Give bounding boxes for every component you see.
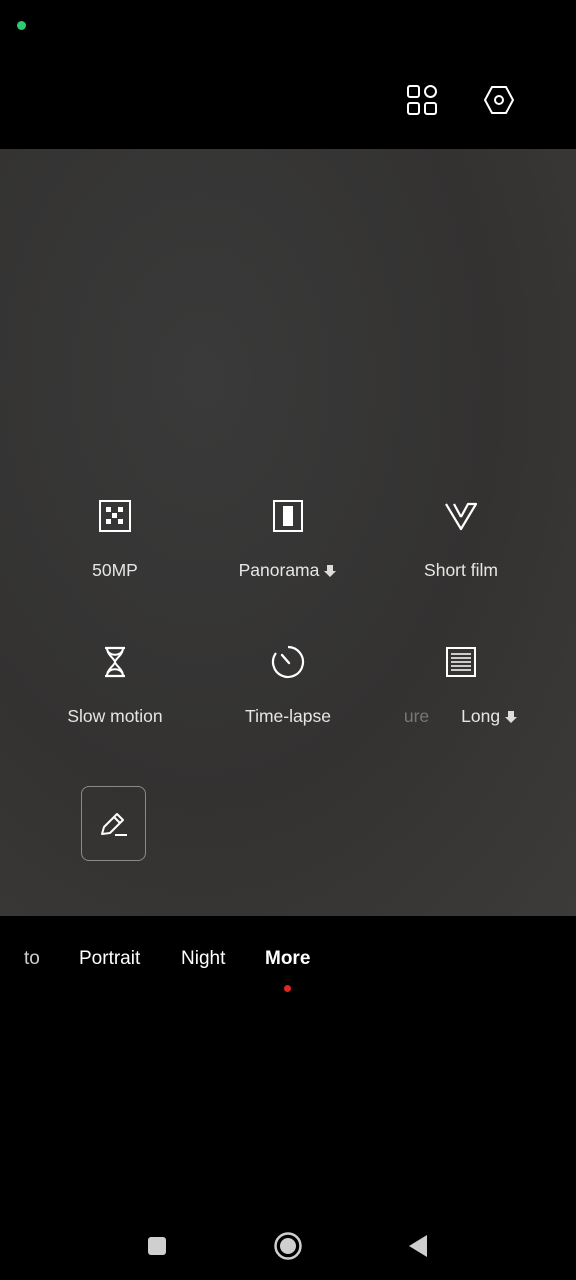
tab-more[interactable]: More bbox=[265, 948, 310, 970]
mode-label: Slow motion bbox=[67, 706, 163, 726]
status-indicator-dot bbox=[17, 21, 26, 30]
edit-pencil-icon bbox=[101, 813, 127, 836]
active-mode-dot bbox=[284, 985, 291, 992]
edit-modes-button[interactable] bbox=[81, 786, 146, 861]
settings-hexagon-icon[interactable] bbox=[483, 84, 515, 116]
camera-mode-bar: to Portrait Night More bbox=[0, 948, 576, 978]
mode-label: 50MP bbox=[92, 560, 138, 580]
mode-slow-motion[interactable]: Slow motion bbox=[40, 645, 190, 727]
mode-label-right: Long bbox=[461, 706, 501, 726]
mode-50mp[interactable]: 50MP bbox=[40, 499, 190, 581]
mode-short-film[interactable]: Short film bbox=[386, 499, 536, 581]
mode-label: Short film bbox=[424, 560, 498, 580]
hourglass-icon bbox=[105, 646, 125, 678]
short-film-v-icon bbox=[445, 502, 478, 531]
long-exposure-icon bbox=[446, 647, 476, 677]
download-icon bbox=[324, 565, 337, 578]
panorama-icon bbox=[273, 500, 303, 532]
timer-dial-icon bbox=[271, 645, 305, 679]
mode-label: Time-lapse bbox=[245, 706, 331, 726]
back-triangle-icon[interactable] bbox=[408, 1234, 428, 1258]
mode-label: Panorama bbox=[238, 560, 320, 580]
tab-night[interactable]: Night bbox=[181, 948, 225, 970]
mode-time-lapse[interactable]: Time-lapse bbox=[213, 645, 363, 727]
mode-long-exposure[interactable]: ure Long bbox=[386, 645, 536, 727]
home-circle-icon[interactable] bbox=[273, 1231, 303, 1261]
recents-square-icon[interactable] bbox=[147, 1236, 167, 1256]
tab-photo[interactable]: to bbox=[24, 948, 40, 970]
pixel-grid-icon bbox=[99, 500, 131, 532]
mode-label-wrap: ure Long bbox=[386, 706, 536, 727]
mode-label-left: ure bbox=[403, 706, 430, 726]
grid-icon[interactable] bbox=[406, 84, 438, 116]
mode-panorama[interactable]: Panorama bbox=[213, 499, 363, 581]
tab-portrait[interactable]: Portrait bbox=[79, 948, 140, 970]
download-icon bbox=[505, 711, 518, 724]
mode-label-wrap: Panorama bbox=[213, 560, 363, 581]
